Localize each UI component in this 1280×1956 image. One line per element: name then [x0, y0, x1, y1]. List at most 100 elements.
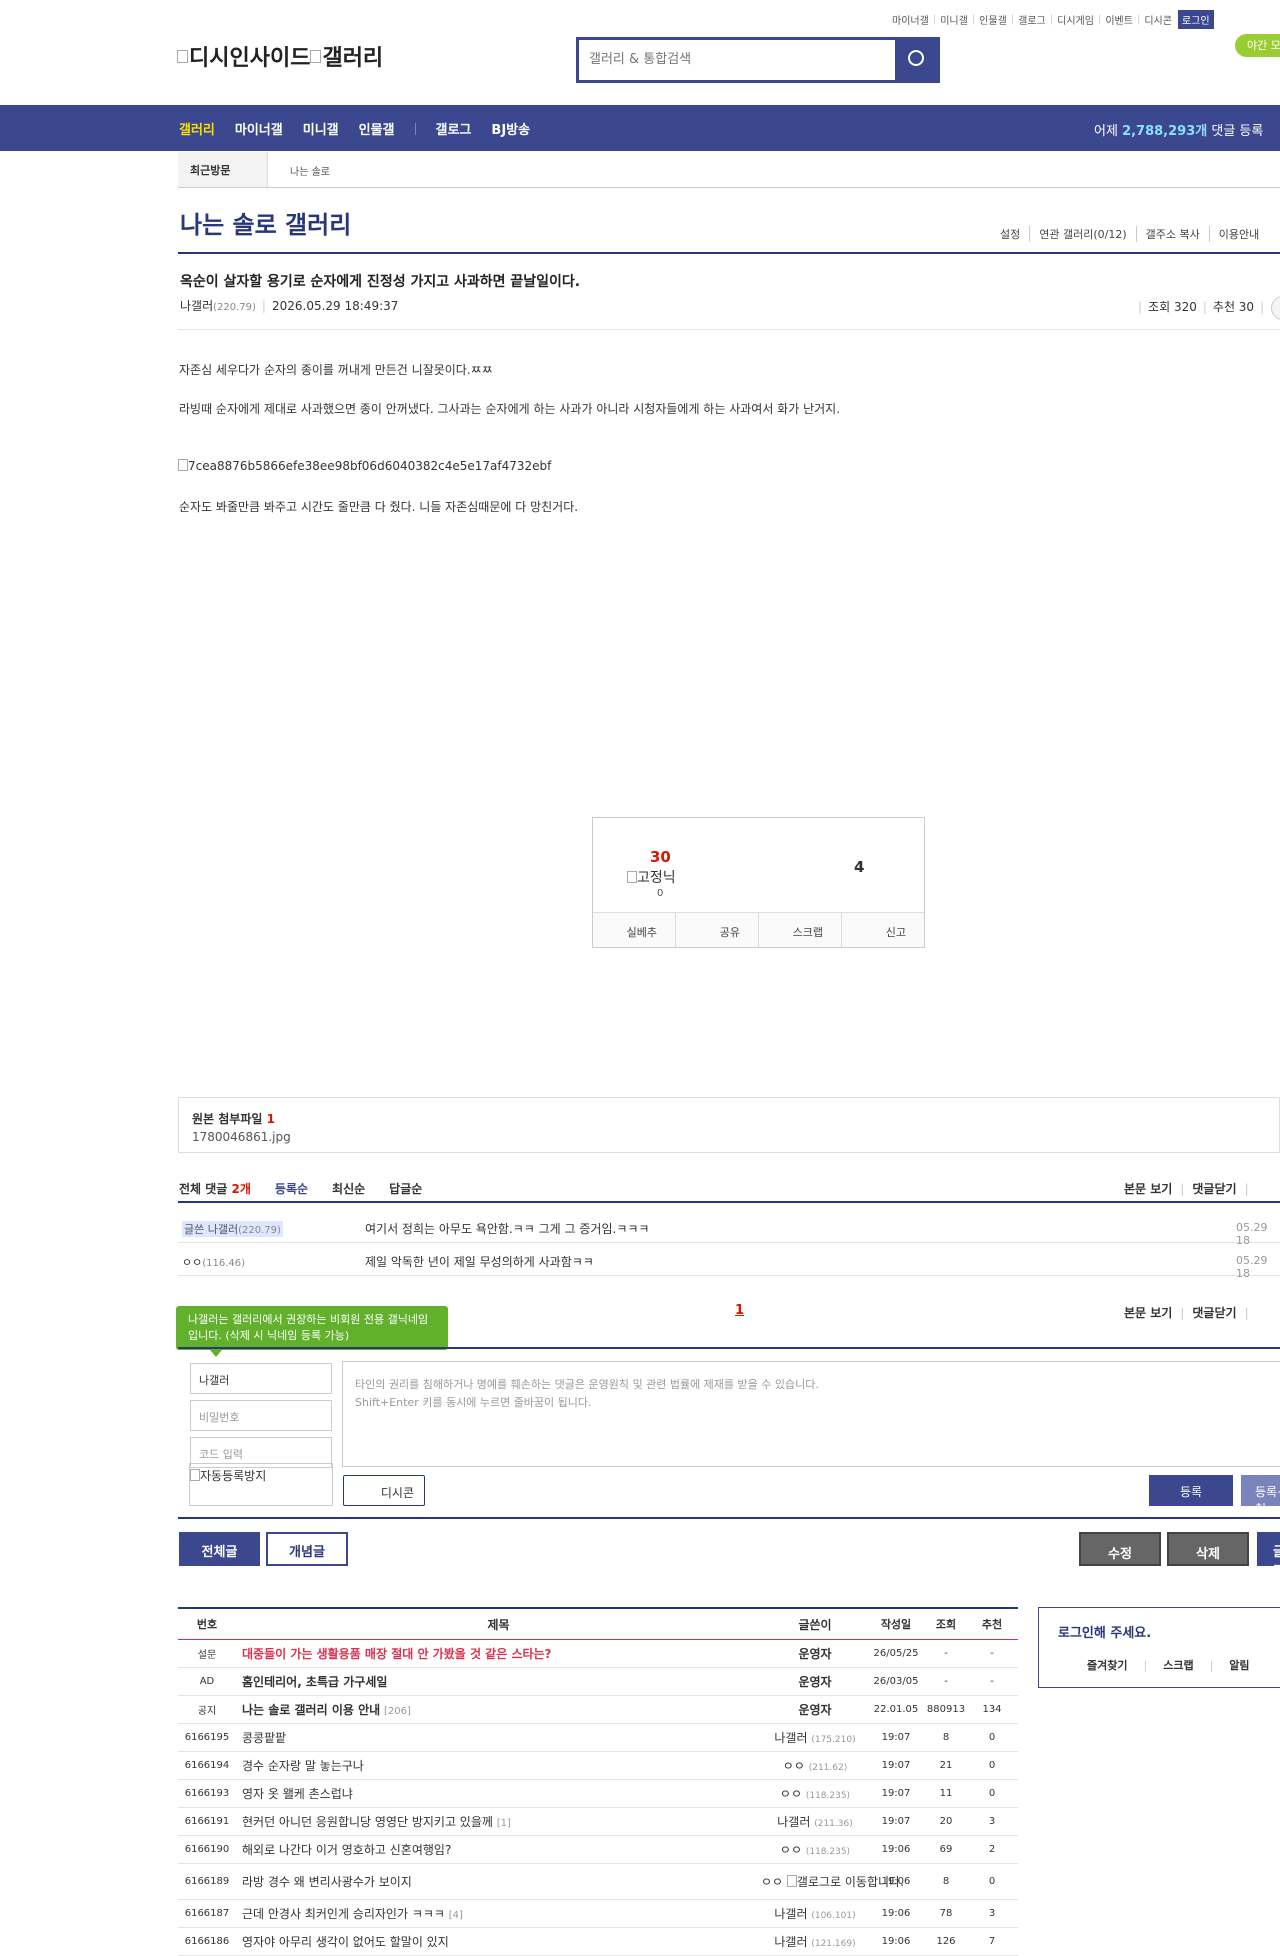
favorites-link[interactable]: 즐겨찾기 — [1087, 1659, 1127, 1672]
post-subject[interactable]: 영자 옷 왤케 촌스럽냐 — [236, 1785, 761, 1802]
post-date: 19:07 — [881, 1816, 911, 1827]
post-writer[interactable]: ㅇㅇ (118.235) — [761, 1785, 869, 1802]
best-recommend-button[interactable]: 실베추 — [593, 913, 675, 947]
sort-registered[interactable]: 등록순 — [275, 1180, 308, 1197]
post-writer[interactable]: 나갤러 (211.36) — [761, 1813, 869, 1830]
util-dcgame[interactable]: 디시게임 — [1057, 12, 1094, 27]
post-writer[interactable]: 운영자 — [761, 1645, 869, 1662]
post-writer[interactable]: ㅇㅇ 갤로그로 이동합니다. — [761, 1874, 904, 1889]
nickname-field[interactable]: 나갤러 — [190, 1363, 332, 1394]
nav-person-gallery[interactable]: 인물갤 — [359, 119, 395, 138]
post-writer[interactable]: ㅇㅇ (211.62) — [761, 1757, 869, 1774]
nav-mini-gallery[interactable]: 미니갤 — [303, 119, 339, 138]
submit-comment-button[interactable]: 등록 — [1149, 1475, 1233, 1506]
post-date: 19:07 — [881, 1732, 911, 1743]
scrap-link[interactable]: 스크랩 — [1163, 1659, 1193, 1672]
more-options-button[interactable] — [1271, 296, 1280, 320]
post-image[interactable]: 7cea8876b5866efe38ee98bf06d6040382c4e5e1… — [178, 459, 551, 473]
logo[interactable]: 디시인사이드 갤러리 — [177, 40, 383, 72]
all-posts-button[interactable]: 전체글 — [179, 1532, 260, 1566]
post-list-row[interactable]: 6166191 현커던 아니던 응원합니당 영영단 방지키고 있을께 [1] 나갤러… — [178, 1808, 1018, 1836]
write-button[interactable]: 글쓰기 — [1257, 1532, 1280, 1579]
login-prompt[interactable]: 로그인해 주세요. — [1058, 1622, 1151, 1641]
post-list-row[interactable]: 6166195 콩콩팥팥 나갤러 (175.210) 19:07 8 0 — [178, 1724, 1018, 1752]
recent-visit-item[interactable]: 나는 솔로 — [290, 163, 330, 178]
comment-text: 여기서 정희는 아무도 욕안함.ㅋㅋ 그게 그 증거임.ㅋㅋㅋ — [365, 1222, 650, 1236]
post-writer[interactable]: 나갤러 (106.101) — [761, 1905, 869, 1922]
attachment-file[interactable]: 1780046861.jpg — [192, 1130, 291, 1144]
report-button[interactable]: 신고 — [841, 913, 924, 947]
util-gallog[interactable]: 갤로그 — [1018, 12, 1046, 27]
post-list-row[interactable]: 6166189 라방 경수 왜 변리사광수가 보이지 ㅇㅇ 갤로그로 이동합니다. 1… — [178, 1864, 1018, 1900]
delete-button[interactable]: 삭제 — [1167, 1532, 1249, 1566]
post-list-row[interactable]: 6166193 영자 옷 왤케 촌스럽냐 ㅇㅇ (118.235) 19:07 11 0 — [178, 1780, 1018, 1808]
comment-nick[interactable]: 글쓴 나갤러(220.79) — [182, 1221, 283, 1237]
concept-posts-button[interactable]: 개념글 — [266, 1532, 348, 1566]
post-author[interactable]: 나갤러 — [180, 299, 213, 313]
post-subject[interactable]: 홈인테리어, 초특급 가구세일 — [236, 1673, 761, 1690]
post-writer[interactable]: 운영자 — [761, 1701, 869, 1718]
nav-bj[interactable]: BJ방송 — [491, 119, 530, 138]
post-subject[interactable]: 나는 솔로 갤러리 이용 안내 [206] — [236, 1701, 761, 1718]
related-gallery-link[interactable]: 연관 갤러리(0/12) — [1029, 226, 1135, 242]
share-button[interactable]: 공유 — [675, 913, 758, 947]
util-minor-gallery[interactable]: 마이너갤 — [892, 12, 929, 27]
close-comments-link[interactable]: 댓글닫기 — [1192, 1306, 1236, 1320]
post-list-row[interactable]: 6166194 경수 순자랑 말 놓는구나 ㅇㅇ (211.62) 19:07 21 0 — [178, 1752, 1018, 1780]
search-icon[interactable] — [895, 40, 937, 80]
post-body-line: 라빙때 순자에게 제대로 사과했으면 종이 안꺼냈다. 그사과는 순자에게 하는… — [179, 402, 841, 416]
post-writer[interactable]: 나갤러 (121.169) — [761, 1933, 869, 1950]
post-subject[interactable]: 콩콩팥팥 — [236, 1729, 761, 1746]
util-mini-gallery[interactable]: 미니갤 — [940, 12, 968, 27]
nav-gallery[interactable]: 갤러리 — [179, 119, 215, 138]
post-list-row[interactable]: AD 홈인테리어, 초특급 가구세일 운영자 26/03/05 - - — [178, 1668, 1018, 1696]
sort-replies[interactable]: 답글순 — [389, 1180, 422, 1197]
post-body-line: 순자도 봐줄만큼 봐주고 시간도 줄만큼 다 줬다. 니들 자존심때문에 다 망… — [179, 500, 579, 514]
view-post-link[interactable]: 본문 보기 — [1124, 1306, 1172, 1320]
submit-recommend-button[interactable]: 등록+추천 — [1241, 1475, 1280, 1516]
post-image-alt: 7cea8876b5866efe38ee98bf06d6040382c4e5e1… — [188, 459, 552, 473]
nav-minor-gallery[interactable]: 마이너갤 — [235, 119, 283, 138]
scrap-button[interactable]: 스크랩 — [758, 913, 841, 947]
post-subject[interactable]: 경수 순자랑 말 놓는구나 — [236, 1757, 761, 1774]
post-list-row[interactable]: 6166187 근데 안경사 최커인게 승리자인가 ㅋㅋㅋ [4] 나갤러 (106… — [178, 1900, 1018, 1928]
sort-latest[interactable]: 최신순 — [332, 1180, 365, 1197]
post-list-row[interactable]: 설문 대중들이 가는 생활용품 매장 절대 안 가봤을 것 같은 스타는? 운영자 2… — [178, 1640, 1018, 1668]
dccon-button[interactable]: 디시콘 — [343, 1475, 425, 1506]
post-subject[interactable]: 영자야 아무리 생각이 없어도 할말이 있지 — [236, 1933, 761, 1950]
edit-button[interactable]: 수정 — [1079, 1532, 1161, 1566]
recent-visit-label[interactable]: 최근방문 — [190, 162, 230, 178]
post-list-row[interactable]: 6166186 영자야 아무리 생각이 없어도 할말이 있지 나갤러 (121.16… — [178, 1928, 1018, 1956]
close-comments-link[interactable]: 댓글닫기 — [1192, 1182, 1236, 1196]
post-writer[interactable]: 나갤러 (175.210) — [761, 1729, 869, 1746]
comment-nick[interactable]: ㅇㅇ(116.46) — [182, 1254, 245, 1270]
password-field[interactable]: 비밀번호 — [190, 1400, 332, 1431]
post-subject[interactable]: 현커던 아니던 응원합니당 영영단 방지키고 있을께 [1] — [236, 1813, 761, 1830]
comment-page-1[interactable]: 1 — [735, 1303, 744, 1318]
nav-gallog[interactable]: 갤로그 — [436, 119, 472, 138]
util-event[interactable]: 이벤트 — [1105, 12, 1133, 27]
util-dccon[interactable]: 디시콘 — [1144, 12, 1172, 27]
gallery-settings-link[interactable]: 설정 — [1000, 226, 1029, 242]
post-subject[interactable]: 대중들이 가는 생활용품 매장 절대 안 가봤을 것 같은 스타는? — [236, 1645, 761, 1662]
post-number: 공지 — [197, 1706, 217, 1717]
post-subject[interactable]: 라방 경수 왜 변리사광수가 보이지 — [236, 1873, 761, 1890]
post-subject[interactable]: 근데 안경사 최커인게 승리자인가 ㅋㅋㅋ [4] — [236, 1905, 761, 1922]
login-button[interactable]: 로그인 — [1177, 10, 1214, 29]
copy-address-link[interactable]: 갤주소 복사 — [1135, 226, 1209, 242]
view-post-link[interactable]: 본문 보기 — [1124, 1182, 1172, 1196]
usage-guide-link[interactable]: 이용안내 — [1208, 226, 1268, 242]
gallery-title[interactable]: 나는 솔로 갤러리 — [180, 205, 351, 240]
post-writer[interactable]: 운영자 — [761, 1673, 869, 1690]
util-person-gallery[interactable]: 인물갤 — [979, 12, 1007, 27]
comment-date: 05.29 18 — [1236, 1254, 1268, 1280]
post-list-row[interactable]: 공지 나는 솔로 갤러리 이용 안내 [206] 운영자 22.01.05 880913… — [178, 1696, 1018, 1724]
night-mode-toggle[interactable]: 야간 모드 — [1235, 34, 1280, 57]
search-input[interactable] — [579, 40, 894, 78]
login-box-links: 즐겨찾기 | 스크랩 | 알림 — [1087, 1659, 1250, 1672]
post-list-row[interactable]: 6166190 해외로 나간다 이거 영호하고 신혼여행임? ㅇㅇ (118.235… — [178, 1836, 1018, 1864]
notification-link[interactable]: 알림 — [1229, 1659, 1249, 1672]
post-subject[interactable]: 해외로 나간다 이거 영호하고 신혼여행임? — [236, 1841, 761, 1858]
post-writer[interactable]: ㅇㅇ (118.235) — [761, 1841, 869, 1858]
comment-textarea[interactable]: 타인의 권리를 침해하거나 명예를 훼손하는 댓글은 운영원칙 및 관련 법률에… — [342, 1361, 1280, 1467]
